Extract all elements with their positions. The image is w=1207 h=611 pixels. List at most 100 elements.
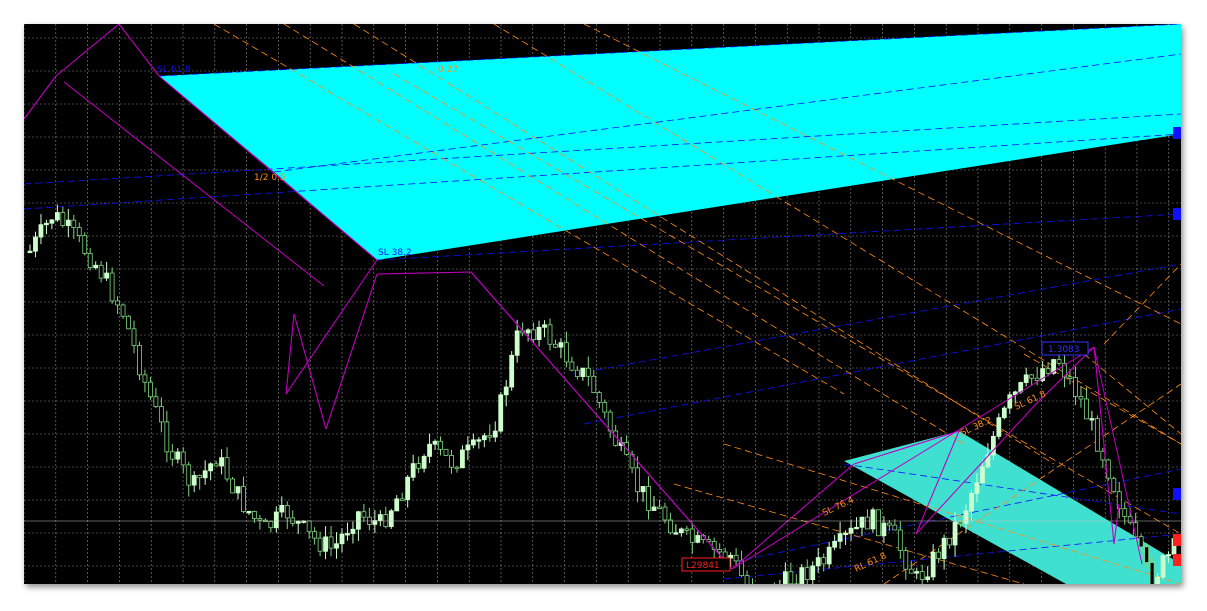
candle-body — [257, 518, 263, 521]
candle-body — [963, 510, 969, 524]
candle-body — [449, 455, 454, 468]
candle-body — [339, 533, 345, 545]
candle-body — [71, 219, 77, 228]
chart-frame: SL 61.8 0.27 1/2 0.5 SL 38.2 L29841 1.30… — [24, 24, 1181, 584]
candle-body — [213, 463, 219, 467]
candle-body — [602, 401, 608, 413]
candle-body — [837, 533, 843, 542]
candle-body — [657, 506, 662, 509]
candle-body — [317, 537, 323, 552]
candle-body — [164, 421, 170, 453]
candle-body — [76, 227, 82, 236]
candle-body — [810, 565, 816, 581]
candle-body — [826, 546, 832, 565]
candle-body — [427, 443, 432, 457]
price-chart[interactable]: SL 61.8 0.27 1/2 0.5 SL 38.2 L29841 1.30… — [24, 24, 1181, 584]
candle-body — [892, 524, 898, 531]
candle-body — [558, 342, 564, 348]
axis-marker-5 — [1173, 554, 1181, 566]
candle-body — [126, 315, 131, 330]
candle-body — [1007, 394, 1013, 409]
candle-body — [886, 522, 892, 526]
candle-body — [65, 219, 71, 226]
candle-body — [33, 236, 38, 252]
axis-marker-3 — [1173, 488, 1181, 500]
candle-body — [1144, 546, 1150, 563]
candle-body — [361, 511, 367, 518]
candle-body — [564, 342, 569, 363]
candle-body — [1089, 418, 1095, 421]
candle-body — [295, 520, 301, 524]
candle-body — [859, 516, 865, 528]
candle-body — [54, 212, 60, 221]
candle-body — [131, 328, 137, 346]
candle-body — [1166, 554, 1171, 557]
candle-body — [782, 571, 788, 584]
candle-body — [503, 386, 509, 396]
candle-body — [854, 526, 859, 530]
candle-body — [356, 511, 361, 530]
candle-body — [799, 567, 805, 584]
candle-body — [651, 506, 657, 511]
candle-body — [421, 455, 427, 469]
candle-body — [377, 514, 383, 521]
candle-body — [481, 435, 487, 441]
candle-body — [492, 430, 498, 438]
candle-body — [438, 440, 443, 450]
candle-body — [936, 551, 942, 559]
candle-body — [673, 532, 679, 535]
candle-body — [87, 253, 93, 269]
candle-body — [93, 264, 99, 269]
candle-body — [1149, 562, 1155, 584]
candle-body — [952, 521, 958, 546]
candle-body — [815, 557, 821, 567]
candle-body — [197, 475, 203, 479]
candle-body — [662, 506, 668, 521]
candle-body — [881, 522, 887, 537]
candle-body — [202, 470, 208, 479]
candle-body — [585, 367, 591, 377]
candle-body — [44, 222, 49, 226]
candle-body — [268, 520, 274, 529]
candle-body — [574, 369, 580, 377]
candle-body — [542, 324, 547, 328]
candle-body — [230, 478, 235, 494]
candle-body — [405, 476, 411, 501]
candle-body — [137, 345, 142, 376]
candle-body — [1084, 398, 1089, 420]
candle-body — [443, 448, 449, 456]
candle-body — [306, 520, 312, 533]
axis-marker-4 — [1173, 534, 1181, 546]
candle-body — [722, 551, 728, 559]
candle-body — [312, 531, 318, 539]
candle-body — [525, 329, 531, 334]
candle-body — [153, 396, 159, 407]
candle-body — [1094, 418, 1100, 452]
candle-body — [974, 482, 980, 494]
candle-body — [460, 449, 465, 469]
candle-body — [996, 417, 1002, 437]
candle-body — [1067, 376, 1073, 379]
candle-body — [186, 464, 192, 486]
candle-body — [279, 505, 285, 513]
candle-body — [865, 516, 870, 530]
candle-body — [410, 463, 416, 478]
candle-body — [1160, 555, 1166, 578]
candle-body — [49, 219, 55, 224]
candle-body — [60, 212, 66, 226]
candle-body — [432, 440, 438, 445]
candle-body — [919, 571, 925, 580]
candle-body — [717, 549, 723, 553]
candle-body — [596, 392, 602, 403]
candle-body — [104, 272, 110, 279]
candle-body — [224, 457, 230, 480]
candle-body — [684, 528, 690, 531]
label-sl-top: SL 61.8 — [157, 65, 191, 75]
axis-marker-2 — [1173, 208, 1181, 220]
candle-body — [1029, 374, 1035, 379]
candle-body — [509, 354, 515, 388]
candle-body — [914, 571, 920, 574]
candle-body — [284, 505, 290, 519]
candle-body — [180, 451, 186, 466]
candle-body — [969, 492, 974, 512]
